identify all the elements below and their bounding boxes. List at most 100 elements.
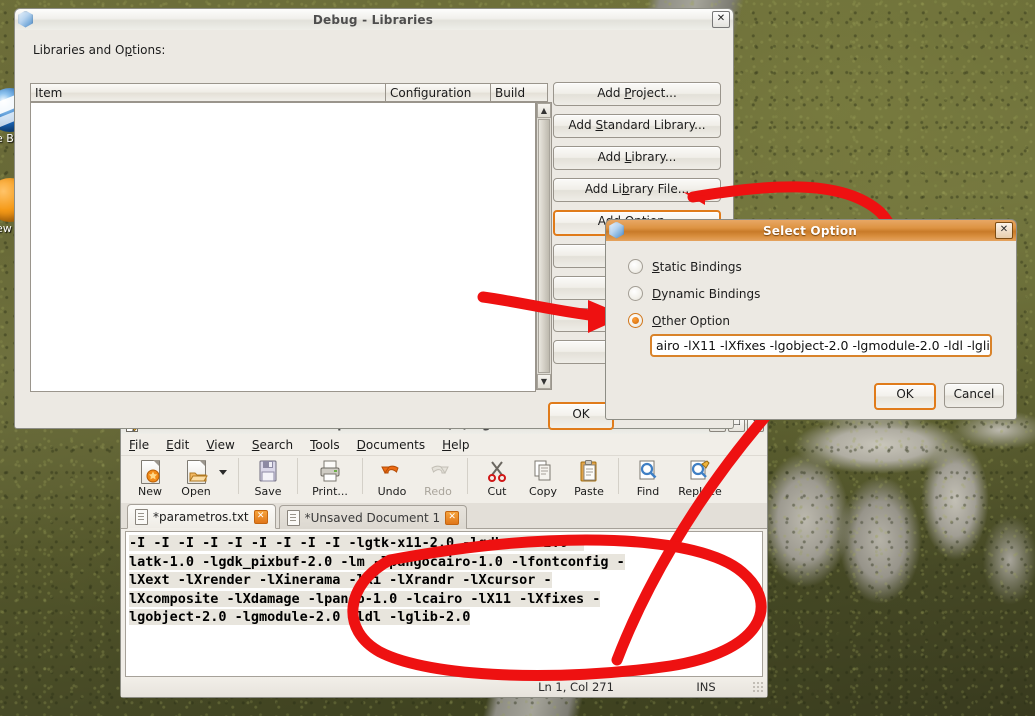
select-option-close-button[interactable]: ✕ bbox=[995, 222, 1013, 239]
document-tab-close-icon[interactable]: ✕ bbox=[445, 510, 460, 525]
document-icon bbox=[286, 509, 300, 526]
gedit-body: File Edit View Search Tools Documents He… bbox=[120, 434, 768, 698]
toolbar-label: Redo bbox=[424, 485, 452, 498]
libraries-list-scrollbar[interactable]: ▲ ▼ bbox=[536, 102, 552, 390]
toolbar-cut-button[interactable]: Cut bbox=[474, 456, 520, 498]
toolbar-replace-button[interactable]: Replace bbox=[671, 456, 729, 498]
document-line: -I -I -I -I -I -I -I -I -I -lgtk-x11-2.0… bbox=[129, 535, 585, 551]
clipboard-icon bbox=[577, 459, 601, 483]
gedit-text-area[interactable]: -I -I -I -I -I -I -I -I -I -lgtk-x11-2.0… bbox=[125, 531, 763, 677]
debug-titlebar[interactable]: Debug - Libraries ✕ bbox=[14, 8, 734, 30]
toolbar-paste-button[interactable]: Paste bbox=[566, 456, 612, 498]
toolbar-undo-button[interactable]: Undo bbox=[369, 456, 415, 498]
toolbar-new-button[interactable]: New bbox=[127, 456, 173, 498]
menu-documents[interactable]: Documents bbox=[357, 438, 425, 452]
document-tab-parametros[interactable]: *parametros.txt ✕ bbox=[127, 504, 276, 529]
toolbar-open-button[interactable]: Open bbox=[173, 456, 219, 498]
open-dropdown-arrow[interactable] bbox=[219, 456, 232, 475]
add-standard-library-button[interactable]: Add Standard Library... bbox=[553, 114, 721, 138]
radio-dynamic-bindings[interactable]: Dynamic Bindings bbox=[628, 286, 1002, 301]
radio-button[interactable] bbox=[628, 286, 643, 301]
scrollbar-thumb[interactable] bbox=[538, 119, 550, 373]
gedit-menubar: File Edit View Search Tools Documents He… bbox=[121, 434, 767, 455]
menu-help[interactable]: Help bbox=[442, 438, 469, 452]
toolbar-label: Save bbox=[254, 485, 282, 498]
select-option-body: Static Bindings Dynamic Bindings Other O… bbox=[605, 241, 1017, 420]
scroll-down-arrow[interactable]: ▼ bbox=[537, 374, 551, 389]
select-option-ok-button[interactable]: OK bbox=[874, 383, 936, 410]
document-tab-close-icon[interactable]: ✕ bbox=[253, 509, 268, 524]
libraries-and-options-label: Libraries and Options: bbox=[33, 43, 166, 57]
document-tab-label: *Unsaved Document 1 bbox=[304, 510, 441, 525]
add-library-button[interactable]: Add Library... bbox=[553, 146, 721, 170]
document-tab-label: *parametros.txt bbox=[153, 509, 249, 524]
other-option-input[interactable]: airo -lX11 -lXfixes -lgobject-2.0 -lgmod… bbox=[650, 334, 992, 357]
toolbar-separator bbox=[238, 458, 239, 494]
column-header-item[interactable]: Item bbox=[30, 83, 386, 102]
menu-edit[interactable]: Edit bbox=[166, 438, 189, 452]
column-header-build[interactable]: Build bbox=[491, 83, 548, 102]
menu-tools[interactable]: Tools bbox=[310, 438, 340, 452]
copy-pages-icon bbox=[531, 459, 555, 483]
toolbar-redo-button[interactable]: Redo bbox=[415, 456, 461, 498]
radio-button[interactable] bbox=[628, 259, 643, 274]
toolbar-save-button[interactable]: Save bbox=[245, 456, 291, 498]
add-library-file-button[interactable]: Add Library File... bbox=[553, 178, 721, 202]
toolbar-separator bbox=[467, 458, 468, 494]
magnifier-pencil-icon bbox=[688, 459, 712, 483]
radio-other-option[interactable]: Other Option bbox=[628, 313, 1002, 328]
document-line: lXext -lXrender -lXinerama -lXi -lXrandr… bbox=[129, 572, 552, 589]
column-header-configuration[interactable]: Configuration bbox=[386, 83, 491, 102]
cube-icon bbox=[609, 221, 627, 240]
debug-window-title: Debug - Libraries bbox=[312, 12, 434, 27]
document-line: lXcomposite -lXdamage -lpango-1.0 -lcair… bbox=[129, 590, 601, 607]
gedit-window: *parametros.txt (~) - gedit – ☐ ✕ File E… bbox=[120, 412, 768, 698]
document-line: latk-1.0 -lgdk_pixbuf-2.0 -lm -lpangocai… bbox=[129, 553, 625, 570]
printer-icon bbox=[318, 459, 342, 483]
select-option-cancel-button[interactable]: Cancel bbox=[944, 383, 1004, 408]
radio-static-bindings[interactable]: Static Bindings bbox=[628, 259, 1002, 274]
radio-label: Static Bindings bbox=[652, 259, 742, 274]
toolbar-print-button[interactable]: Print... bbox=[304, 456, 356, 498]
select-option-titlebar[interactable]: Select Option ✕ bbox=[605, 219, 1017, 241]
insert-mode-label: INS bbox=[696, 680, 716, 694]
cube-icon bbox=[18, 10, 36, 29]
select-option-button-row: OK Cancel bbox=[874, 383, 1004, 410]
menu-search[interactable]: Search bbox=[252, 438, 293, 452]
toolbar-separator bbox=[618, 458, 619, 494]
debug-close-button[interactable]: ✕ bbox=[712, 11, 730, 28]
document-icon bbox=[135, 508, 148, 525]
toolbar-label: Find bbox=[636, 485, 660, 498]
toolbar-copy-button[interactable]: Copy bbox=[520, 456, 566, 498]
open-folder-icon bbox=[184, 459, 208, 484]
radio-label: Dynamic Bindings bbox=[652, 286, 761, 301]
document-line: lgobject-2.0 -lgmodule-2.0 -ldl -lglib-2… bbox=[129, 609, 471, 626]
menu-file[interactable]: File bbox=[129, 438, 149, 452]
redo-arrow-icon bbox=[426, 459, 450, 483]
toolbar-label: Open bbox=[181, 485, 211, 498]
radio-button-selected[interactable] bbox=[628, 313, 643, 328]
gedit-statusbar: Ln 1, Col 271 INS bbox=[121, 677, 767, 697]
toolbar-separator bbox=[362, 458, 363, 494]
document-tab-unsaved[interactable]: *Unsaved Document 1 ✕ bbox=[278, 505, 468, 529]
select-option-dialog: Select Option ✕ Static Bindings Dynamic … bbox=[605, 219, 1017, 420]
magnifier-icon bbox=[636, 459, 660, 483]
toolbar-find-button[interactable]: Find bbox=[625, 456, 671, 498]
select-option-title: Select Option bbox=[762, 223, 858, 238]
menu-view[interactable]: View bbox=[206, 438, 234, 452]
radio-label: Other Option bbox=[652, 313, 730, 328]
gedit-tab-strip: *parametros.txt ✕ *Unsaved Document 1 ✕ bbox=[121, 503, 767, 529]
libraries-list[interactable] bbox=[30, 102, 536, 392]
resize-grip[interactable] bbox=[752, 680, 765, 694]
toolbar-label: Paste bbox=[574, 485, 604, 498]
cursor-position-label: Ln 1, Col 271 bbox=[538, 680, 614, 694]
scroll-up-arrow[interactable]: ▲ bbox=[537, 103, 551, 118]
toolbar-label: Replace bbox=[678, 485, 722, 498]
gedit-toolbar: New Open Save Print... Undo Redo Cut Cop… bbox=[121, 455, 767, 503]
desktop-screen: e B ew *parametros.txt (~) - gedit – ☐ ✕ bbox=[0, 0, 1035, 716]
floppy-disk-icon bbox=[256, 459, 280, 483]
scissors-icon bbox=[485, 459, 509, 483]
toolbar-label: Cut bbox=[487, 485, 507, 498]
add-project-button[interactable]: Add Project... bbox=[553, 82, 721, 106]
toolbar-label: Undo bbox=[377, 485, 407, 498]
